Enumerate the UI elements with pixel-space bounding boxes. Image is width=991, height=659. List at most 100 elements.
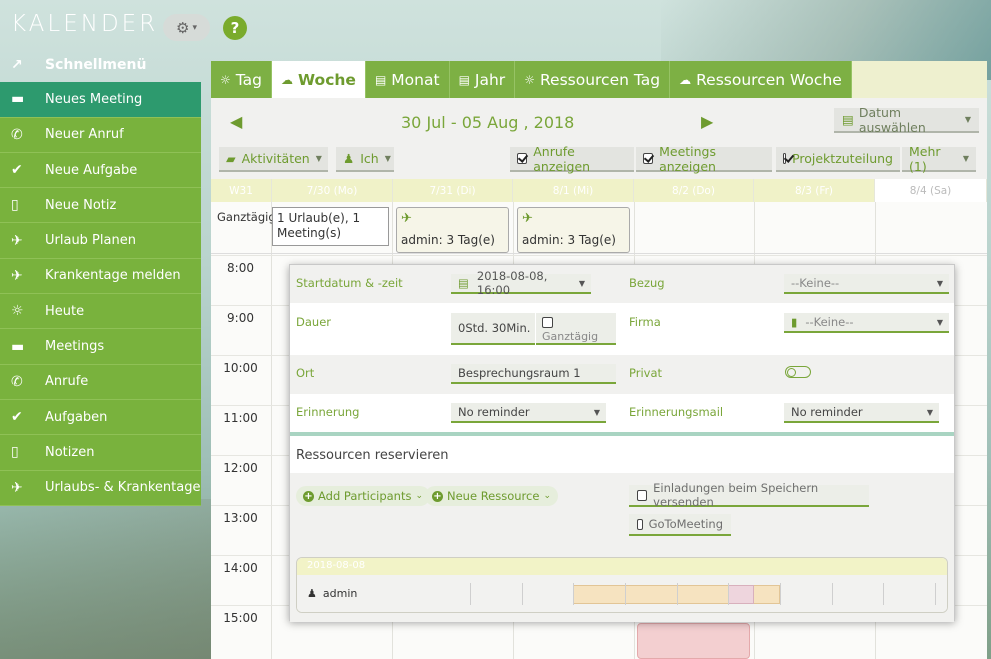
ich-dropdown[interactable]: ♟ Ich ▼ (336, 147, 394, 172)
sidebar-item-meetings[interactable]: ▬ Meetings (0, 329, 201, 365)
filter-toolbar: ▰ Aktivitäten ▼ ♟ Ich ▼ Anrufe anzeigen Meet… (211, 144, 987, 179)
hour-label: 8:00 (227, 261, 254, 275)
checkbox-icon[interactable] (542, 317, 553, 328)
hour-line (211, 255, 987, 256)
sidebar-item-neues-meeting[interactable]: ▬ Neues Meeting (0, 82, 201, 118)
tab-label: Tag (235, 70, 263, 89)
checkbox-icon[interactable] (643, 153, 654, 164)
task-check-icon: ✔ (11, 162, 23, 179)
tabs-filler (851, 61, 987, 98)
plane-icon: ✈ (11, 232, 23, 249)
note-icon: ▯ (11, 444, 19, 461)
checkbox-icon[interactable] (783, 153, 787, 164)
sidebar-item-anrufe[interactable]: ✆ Anrufe (0, 364, 201, 400)
ort-field[interactable]: Besprechungsraum 1 (451, 364, 616, 384)
sidebar-item-heute[interactable]: ☼ Heute (0, 294, 201, 330)
tab-monat[interactable]: ▤ Monat (366, 61, 450, 98)
date-picker-label: Datum auswählen (858, 104, 926, 135)
next-week-icon[interactable]: ▶ (701, 112, 713, 131)
mehr-dropdown[interactable]: Mehr (1) ▼ (902, 144, 976, 174)
hour-label: 13:00 (223, 511, 258, 525)
settings-button[interactable]: ⚙ ▾ (163, 14, 210, 41)
day-header[interactable]: 8/3 (Fr) (754, 179, 875, 202)
background-decoration-bottom (0, 499, 220, 659)
person-icon: ♟ (343, 151, 355, 166)
sidebar-item-label: Neuer Anruf (45, 127, 124, 143)
privat-toggle[interactable] (785, 366, 811, 378)
note-icon: ▯ (11, 197, 19, 214)
neue-ressource-button[interactable]: + Neue Ressource ⌄ (425, 486, 558, 506)
meetings-anzeigen-toggle[interactable]: Meetings anzeigen (636, 144, 772, 174)
sidebar: ↗ Schnellmenü ▬ Neues Meeting ✆ Neuer Anruf… (0, 47, 201, 506)
sidebar-item-schnellmenue[interactable]: ↗ Schnellmenü (0, 47, 201, 82)
tab-jahr[interactable]: ▤ Jahr (450, 61, 516, 98)
sidebar-item-urlaubs-krankentage[interactable]: ✈ Urlaubs- & Krankentage (0, 470, 201, 506)
erinnerung-value: No reminder (458, 405, 530, 419)
sidebar-item-label: Neues Meeting (45, 91, 143, 107)
help-button[interactable]: ? (223, 16, 247, 40)
calendar-event-block[interactable] (637, 623, 750, 659)
erinnerung-select[interactable]: No reminder ▼ (451, 403, 606, 423)
day-header[interactable]: 8/1 (Mi) (513, 179, 634, 202)
schedule-tick (573, 583, 574, 605)
tab-woche[interactable]: ☁ Woche (272, 61, 366, 98)
add-participants-button[interactable]: + Add Participants ⌄ (296, 486, 431, 506)
schedule-row: ♟ admin (297, 575, 947, 612)
schedule-tick (470, 583, 471, 605)
anrufe-anzeigen-toggle[interactable]: Anrufe anzeigen (510, 144, 634, 174)
start-date-field[interactable]: ▤ 2018-08-08, 16:00 ▼ (451, 269, 591, 297)
hour-label: 12:00 (223, 461, 258, 475)
task-check-icon: ✔ (11, 409, 23, 426)
allday-event[interactable]: ✈ admin: 3 Tag(e) (396, 207, 509, 253)
day-header[interactable]: 7/30 (Mo) (272, 179, 393, 202)
cloud-icon: ☁ (281, 72, 294, 87)
trending-icon: ↗ (11, 56, 23, 73)
sidebar-item-label: Urlaub Planen (45, 233, 136, 249)
schedule-tick (935, 583, 936, 605)
tab-tag[interactable]: ☼ Tag (211, 61, 273, 98)
schedule-tick (780, 583, 781, 605)
sidebar-item-notizen[interactable]: ▯ Notizen (0, 435, 201, 471)
schedule-tick (677, 583, 678, 605)
checkbox-icon[interactable] (517, 153, 528, 164)
neue-ressource-label: Neue Ressource (447, 489, 540, 503)
tab-label: Ressourcen Woche (696, 70, 842, 89)
dauer-field[interactable]: 0Std. 30Min. (451, 313, 535, 345)
ort-label: Ort (296, 366, 315, 380)
date-picker-button[interactable]: ▤ Datum auswählen ▼ (834, 104, 979, 135)
allday-event[interactable]: 1 Urlaub(e), 1 Meeting(s) (272, 207, 389, 246)
schedule-header: 2018-08-08 (297, 558, 947, 575)
tab-label: Monat (391, 70, 440, 89)
checkbox-icon[interactable] (637, 518, 643, 530)
sidebar-item-neuer-anruf[interactable]: ✆ Neuer Anruf (0, 117, 201, 153)
projektzuteilung-toggle[interactable]: Projektzuteilung (776, 147, 900, 172)
ganztaegig-toggle[interactable]: Ganztägig (536, 313, 616, 345)
chevron-down-icon: ▼ (936, 317, 943, 327)
bezug-select[interactable]: --Keine-- ▼ (784, 274, 949, 294)
einladungen-toggle[interactable]: Einladungen beim Speichern versenden (629, 481, 869, 509)
chevron-down-icon: ▼ (593, 407, 600, 417)
schedule-tick (728, 583, 729, 605)
chevron-down-icon: ▼ (936, 278, 943, 288)
sidebar-item-label: Aufgaben (45, 409, 108, 425)
day-header[interactable]: 8/4 (Sa) (875, 179, 987, 202)
sidebar-item-neue-aufgabe[interactable]: ✔ Neue Aufgabe (0, 152, 201, 189)
gotomeeting-label: GoToMeeting (648, 517, 723, 531)
sidebar-item-urlaub-planen[interactable]: ✈ Urlaub Planen (0, 223, 201, 259)
aktivitaeten-dropdown[interactable]: ▰ Aktivitäten ▼ (219, 147, 328, 172)
allday-event[interactable]: ✈ admin: 3 Tag(e) (517, 207, 630, 253)
grid-divider (271, 202, 272, 659)
erinnerungsmail-select[interactable]: No reminder ▼ (784, 403, 939, 423)
sidebar-item-neue-notiz[interactable]: ▯ Neue Notiz (0, 188, 201, 224)
sidebar-item-aufgaben[interactable]: ✔ Aufgaben (0, 399, 201, 436)
day-header[interactable]: 8/2 (Do) (634, 179, 754, 202)
plane-icon: ✈ (522, 211, 533, 226)
gotomeeting-toggle[interactable]: GoToMeeting (629, 514, 731, 536)
checkbox-icon[interactable] (637, 489, 648, 501)
sidebar-item-krankentage[interactable]: ✈ Krankentage melden (0, 258, 201, 295)
firma-select[interactable]: ▮ --Keine-- ▼ (784, 313, 949, 333)
day-header[interactable]: 7/31 (Di) (393, 179, 513, 202)
tab-ressourcen-tag[interactable]: ☼ Ressourcen Tag (515, 61, 671, 98)
prev-week-icon[interactable]: ◀ (230, 112, 242, 131)
tab-ressourcen-woche[interactable]: ☁ Ressourcen Woche (670, 61, 852, 98)
